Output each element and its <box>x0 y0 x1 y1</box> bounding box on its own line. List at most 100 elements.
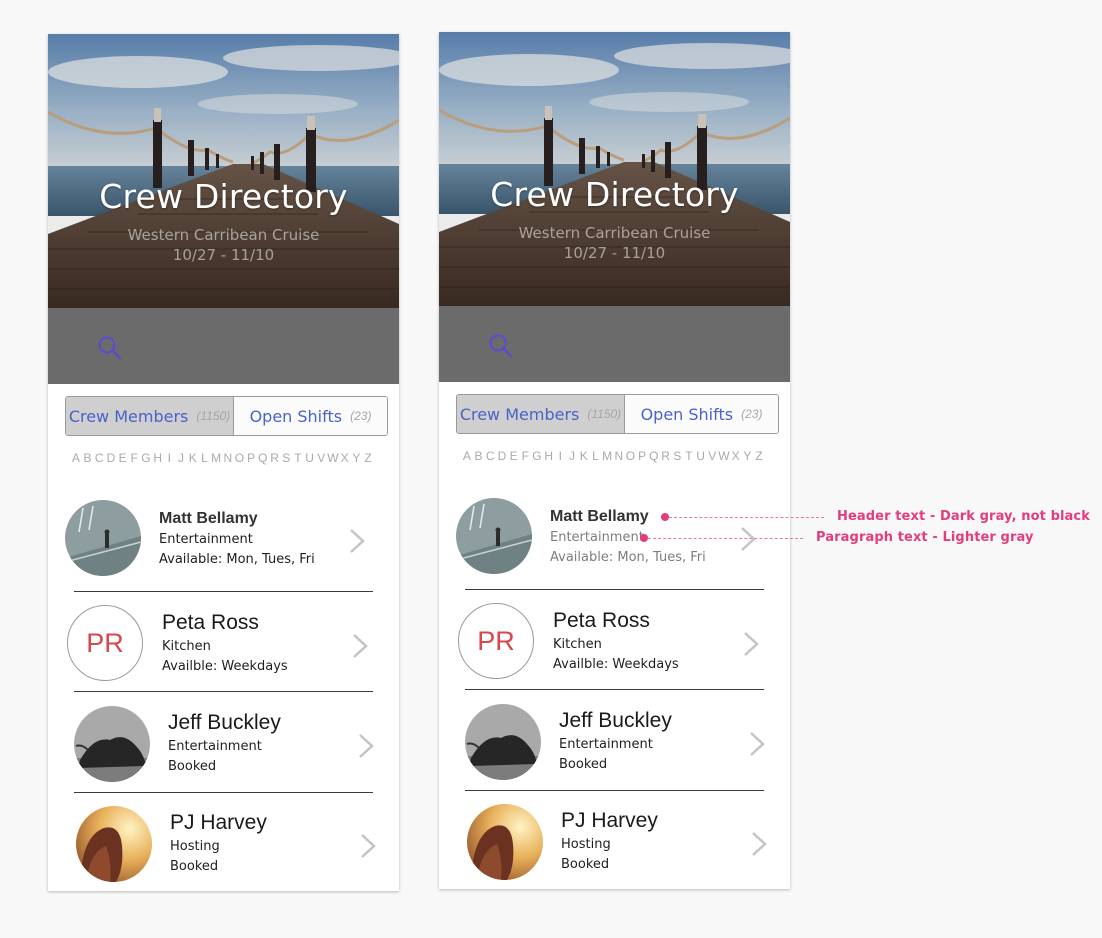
cruise-dates: 10/27 - 11/10 <box>563 244 666 262</box>
alphabet-letter[interactable]: E <box>117 451 129 465</box>
annotation-leader-header <box>669 517 824 518</box>
alphabet-letter[interactable]: B <box>82 451 94 465</box>
tab-crew-members[interactable]: Crew Members (1150) <box>457 395 625 433</box>
crew-name: Jeff Buckley <box>559 709 672 732</box>
alphabet-letter[interactable]: A <box>461 449 473 463</box>
avatar <box>456 498 532 574</box>
search-icon[interactable] <box>487 332 515 360</box>
crew-name: Jeff Buckley <box>168 711 281 734</box>
crew-availability: Available: Mon, Tues, Fri <box>159 552 315 567</box>
alphabet-letter[interactable]: H <box>152 451 164 465</box>
alphabet-letter[interactable]: E <box>508 449 520 463</box>
alphabet-letter[interactable]: O <box>234 451 246 465</box>
alphabet-letter[interactable]: G <box>531 449 543 463</box>
alphabet-letter[interactable]: R <box>660 449 672 463</box>
alphabet-letter[interactable]: Q <box>648 449 660 463</box>
crew-row-jeff-buckley[interactable]: Jeff Buckley Entertainment Booked <box>48 696 399 796</box>
tab-crew-members[interactable]: Crew Members (1150) <box>66 397 234 435</box>
alphabet-letter[interactable]: I <box>164 451 176 465</box>
alphabet-letter[interactable]: U <box>304 451 316 465</box>
alphabet-letter[interactable]: P <box>636 449 648 463</box>
alphabet-letter[interactable]: C <box>93 451 105 465</box>
crew-name: PJ Harvey <box>170 811 267 834</box>
divider <box>465 790 764 791</box>
annotation-dot-paragraph <box>640 534 648 542</box>
crew-role: Hosting <box>170 839 220 854</box>
alphabet-letter[interactable]: A <box>70 451 82 465</box>
alphabet-letter[interactable]: Z <box>753 449 765 463</box>
alphabet-letter[interactable]: D <box>496 449 508 463</box>
alphabet-letter[interactable]: C <box>484 449 496 463</box>
alphabet-letter[interactable]: P <box>245 451 257 465</box>
alphabet-letter[interactable]: N <box>222 451 234 465</box>
alphabet-letter[interactable]: Z <box>362 451 374 465</box>
alphabet-letter[interactable]: V <box>706 449 718 463</box>
alphabet-letter[interactable]: J <box>566 449 578 463</box>
crew-name: Peta Ross <box>553 609 650 632</box>
chevron-right-icon <box>741 527 756 551</box>
page-title: Crew Directory <box>99 177 348 216</box>
alphabet-letter[interactable]: N <box>613 449 625 463</box>
search-bar <box>48 308 399 384</box>
tab-count: (1150) <box>587 407 622 421</box>
alphabet-letter[interactable]: T <box>292 451 304 465</box>
alphabet-letter[interactable]: U <box>695 449 707 463</box>
alphabet-letter[interactable]: Q <box>257 451 269 465</box>
alphabet-letter[interactable]: W <box>327 451 339 465</box>
alphabet-letter[interactable]: Y <box>351 451 363 465</box>
avatar <box>76 806 152 882</box>
cruise-name: Western Carribean Cruise <box>518 224 711 242</box>
crew-row-peta-ross[interactable]: PR Peta Ross Kitchen Availble: Weekdays <box>48 596 399 696</box>
alphabet-letter[interactable]: T <box>683 449 695 463</box>
tab-open-shifts[interactable]: Open Shifts (23) <box>234 397 387 435</box>
tab-open-shifts[interactable]: Open Shifts (23) <box>625 395 778 433</box>
alphabet-letter[interactable]: F <box>519 449 531 463</box>
alphabet-letter[interactable]: J <box>175 451 187 465</box>
alphabet-letter[interactable]: M <box>601 449 613 463</box>
crew-availability: Availble: Weekdays <box>162 659 288 674</box>
crew-role: Entertainment <box>559 737 653 752</box>
alphabet-letter[interactable]: O <box>625 449 637 463</box>
alphabet-letter[interactable]: B <box>473 449 485 463</box>
avatar <box>467 804 543 880</box>
crew-name: Matt Bellamy <box>550 508 649 525</box>
page-title: Crew Directory <box>490 175 739 214</box>
pier-photo <box>48 34 399 308</box>
divider <box>74 792 373 793</box>
tab-count: (23) <box>741 407 763 421</box>
alphabet-letter[interactable]: S <box>280 451 292 465</box>
crew-row-matt-bellamy[interactable]: Matt Bellamy Entertainment Available: Mo… <box>48 490 399 590</box>
alphabet-letter[interactable]: L <box>199 451 211 465</box>
tab-label: Open Shifts <box>640 404 734 424</box>
alphabet-letter[interactable]: L <box>590 449 602 463</box>
crew-availability: Booked <box>170 859 219 874</box>
directory-tabs: Crew Members (1150) Open Shifts (23) <box>456 394 779 434</box>
alphabet-letter[interactable]: X <box>339 451 351 465</box>
crew-availability: Booked <box>561 857 610 872</box>
crew-name: PJ Harvey <box>561 809 658 832</box>
crew-row-peta-ross[interactable]: PR Peta Ross Kitchen Availble: Weekdays <box>439 594 790 694</box>
alphabet-letter[interactable]: V <box>315 451 327 465</box>
alphabet-letter[interactable]: Y <box>742 449 754 463</box>
alphabet-letter[interactable]: F <box>128 451 140 465</box>
avatar <box>74 706 150 782</box>
phone-screen-original: Crew Directory Western Carribean Cruise … <box>48 34 399 891</box>
alphabet-letter[interactable]: S <box>671 449 683 463</box>
alphabet-letter[interactable]: H <box>543 449 555 463</box>
alphabet-letter[interactable]: K <box>187 451 199 465</box>
alphabet-letter[interactable]: M <box>210 451 222 465</box>
alphabet-letter[interactable]: R <box>269 451 281 465</box>
alphabet-letter[interactable]: K <box>578 449 590 463</box>
alphabet-letter[interactable]: I <box>555 449 567 463</box>
search-icon[interactable] <box>96 334 124 362</box>
tab-label: Crew Members <box>68 406 189 426</box>
alphabet-letter[interactable]: X <box>730 449 742 463</box>
search-bar <box>439 306 790 382</box>
crew-row-pj-harvey[interactable]: PJ Harvey Hosting Booked <box>48 796 399 891</box>
crew-availability: Booked <box>559 757 608 772</box>
alphabet-letter[interactable]: G <box>140 451 152 465</box>
alphabet-letter[interactable]: W <box>718 449 730 463</box>
crew-row-pj-harvey[interactable]: PJ Harvey Hosting Booked <box>439 794 790 889</box>
crew-row-jeff-buckley[interactable]: Jeff Buckley Entertainment Booked <box>439 694 790 794</box>
alphabet-letter[interactable]: D <box>105 451 117 465</box>
